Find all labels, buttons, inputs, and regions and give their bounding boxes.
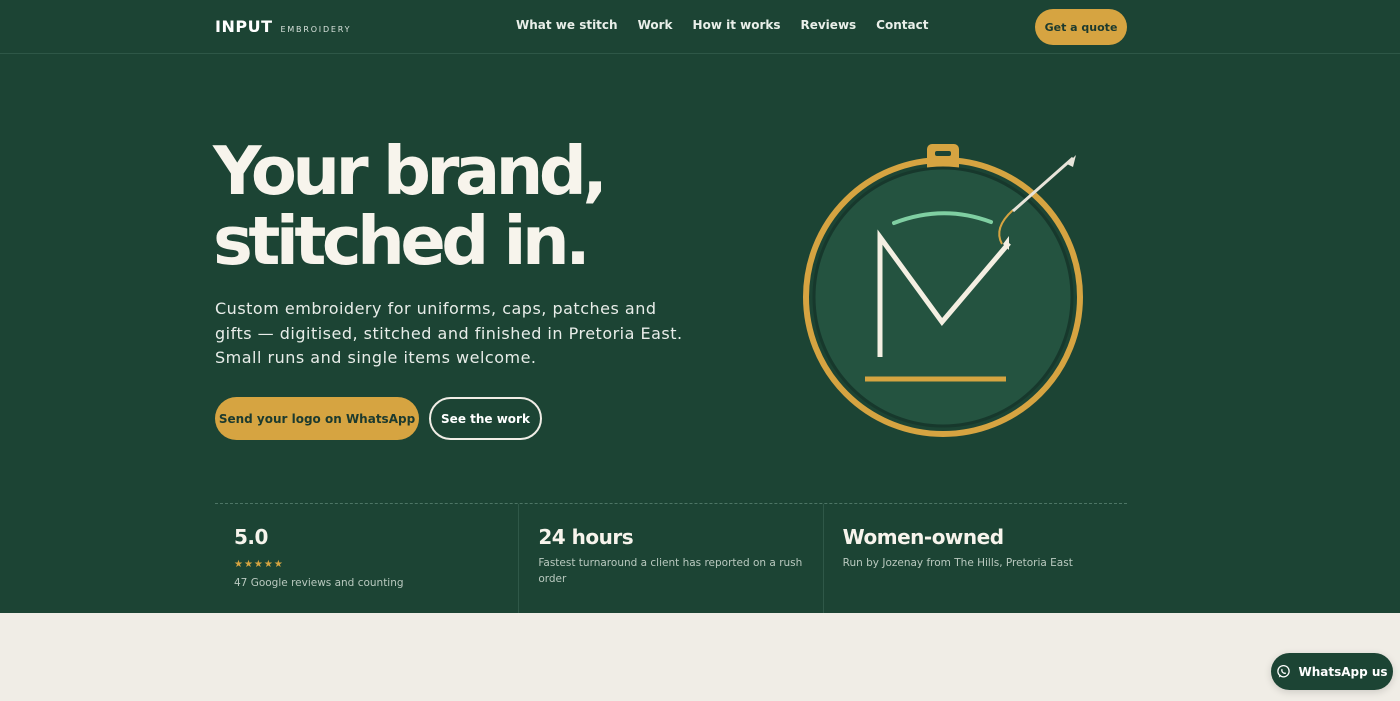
stat-turnaround: 24 hours Fastest turnaround a client has… — [518, 504, 822, 613]
stat-ownership: Women-owned Run by Jozenay from The Hill… — [822, 504, 1127, 613]
headline-line-2: stitched in. — [213, 202, 591, 280]
rating-value: 5.0 — [234, 525, 268, 549]
star-rating-icon: ★★★★★ — [234, 559, 284, 570]
headline-line-1: Your brand, — [213, 132, 608, 210]
embroidery-hoop-monogram-icon — [803, 144, 1083, 437]
brand-name: INPUT — [215, 17, 273, 36]
ownership-description: Run by Jozenay from The Hills, Pretoria … — [842, 557, 1073, 569]
get-quote-button[interactable]: Get a quote — [1035, 9, 1127, 45]
see-work-button[interactable]: See the work — [429, 397, 542, 440]
whatsapp-icon — [1277, 664, 1291, 678]
main-nav: What we stitch Work How it works Reviews… — [516, 18, 928, 32]
brand-logo[interactable]: INPUT EMBROIDERY — [215, 17, 351, 36]
whatsapp-us-button[interactable]: WhatsApp us — [1271, 653, 1393, 690]
nav-item-work[interactable]: Work — [638, 18, 673, 32]
stats-bar: 5.0 ★★★★★ 47 Google reviews and counting… — [215, 503, 1127, 613]
brand-tagline: EMBROIDERY — [280, 25, 352, 34]
nav-item-reviews[interactable]: Reviews — [800, 18, 856, 32]
hero-section: INPUT EMBROIDERY What we stitch Work How… — [0, 0, 1400, 613]
turnaround-description: Fastest turnaround a client has reported… — [538, 557, 803, 585]
ownership-value: Women-owned — [842, 525, 1004, 549]
stat-rating: 5.0 ★★★★★ 47 Google reviews and counting — [215, 504, 518, 613]
send-logo-whatsapp-button[interactable]: Send your logo on WhatsApp — [215, 397, 419, 440]
nav-item-contact[interactable]: Contact — [876, 18, 928, 32]
hero-description: Custom embroidery for uniforms, caps, pa… — [215, 299, 683, 367]
whatsapp-us-label: WhatsApp us — [1298, 664, 1388, 679]
nav-item-what-we-stitch[interactable]: What we stitch — [516, 18, 618, 32]
rating-description: 47 Google reviews and counting — [234, 577, 404, 589]
site-header: INPUT EMBROIDERY What we stitch Work How… — [0, 0, 1400, 54]
nav-item-how-it-works[interactable]: How it works — [693, 18, 781, 32]
turnaround-value: 24 hours — [538, 525, 634, 549]
hero-headline: Your brand, stitched in. — [213, 136, 713, 276]
